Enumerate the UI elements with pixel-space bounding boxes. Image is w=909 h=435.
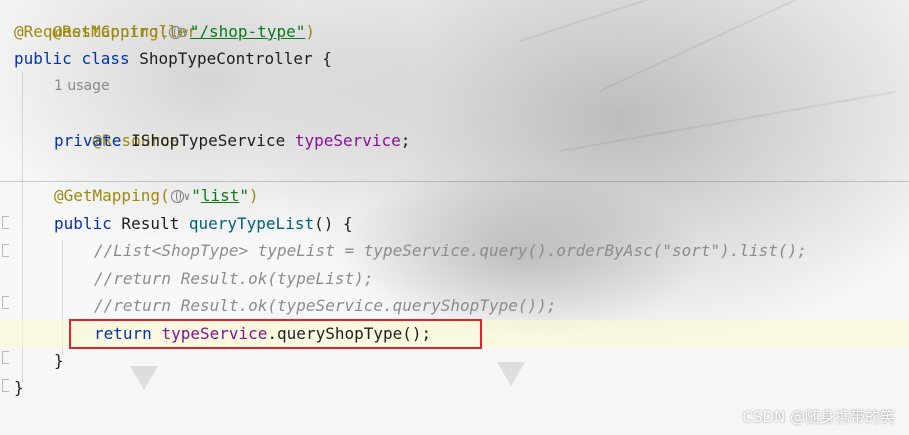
string-token: ": [191, 186, 201, 205]
type-token: Result: [111, 214, 189, 233]
string-token: ": [239, 186, 250, 205]
code-line: }: [14, 378, 24, 397]
fold-marker[interactable]: [2, 244, 9, 257]
fold-marker[interactable]: [2, 296, 9, 309]
fold-marker[interactable]: [2, 351, 9, 364]
code-line: private IShopTypeService typeService;: [54, 127, 410, 154]
highlight-annotation-box: [69, 319, 482, 349]
punctuation-token: () {: [314, 214, 353, 233]
keyword-token: class: [81, 49, 130, 68]
annotation-token: @RequestMapping(: [14, 22, 169, 41]
annotation-token: ): [305, 22, 315, 41]
chevron-down-icon[interactable]: ∨: [182, 19, 189, 46]
code-line: @Resource: [54, 100, 180, 150]
string-token[interactable]: "/shop-type": [190, 22, 306, 41]
punctuation-token: ;: [400, 131, 411, 150]
class-name-token: ShopTypeController {: [129, 49, 332, 68]
code-line: @GetMapping(∨"list"): [54, 182, 259, 209]
comment-line: //return Result.ok(typeList);: [94, 269, 374, 288]
web-endpoint-icon[interactable]: [170, 190, 184, 203]
usage-hint[interactable]: 1 usage: [54, 73, 110, 100]
annotation-token: ): [249, 186, 259, 205]
keyword-token: public: [54, 214, 112, 233]
field-token: typeService: [294, 131, 401, 150]
watermark: CSDN @随身携带的笑: [742, 408, 895, 426]
comment-line: //return Result.ok(typeService.queryShop…: [94, 296, 557, 315]
type-token: IShopTypeService: [121, 131, 295, 150]
code-editor[interactable]: @RestController @RequestMapping(∨"/shop-…: [0, 0, 909, 435]
chevron-down-icon[interactable]: ∨: [184, 183, 191, 210]
keyword-token: private: [54, 131, 122, 150]
code-line: @RestController: [14, 0, 198, 41]
fold-marker[interactable]: [2, 379, 9, 392]
keyword-token: public: [14, 49, 72, 68]
code-line: @RequestMapping( ∨"/shop-type"): [14, 18, 315, 45]
web-endpoint-icon[interactable]: [169, 26, 183, 39]
code-line: public Result queryTypeList() {: [54, 210, 353, 237]
string-token[interactable]: list: [201, 186, 240, 205]
fold-marker[interactable]: [2, 216, 9, 229]
method-name-token: queryTypeList: [188, 214, 315, 233]
code-line: public class ShopTypeController {: [14, 45, 332, 72]
comment-line: //List<ShopType> typeList = typeService.…: [94, 241, 807, 260]
code-line: }: [54, 351, 64, 370]
annotation-token: @GetMapping(: [54, 186, 170, 205]
